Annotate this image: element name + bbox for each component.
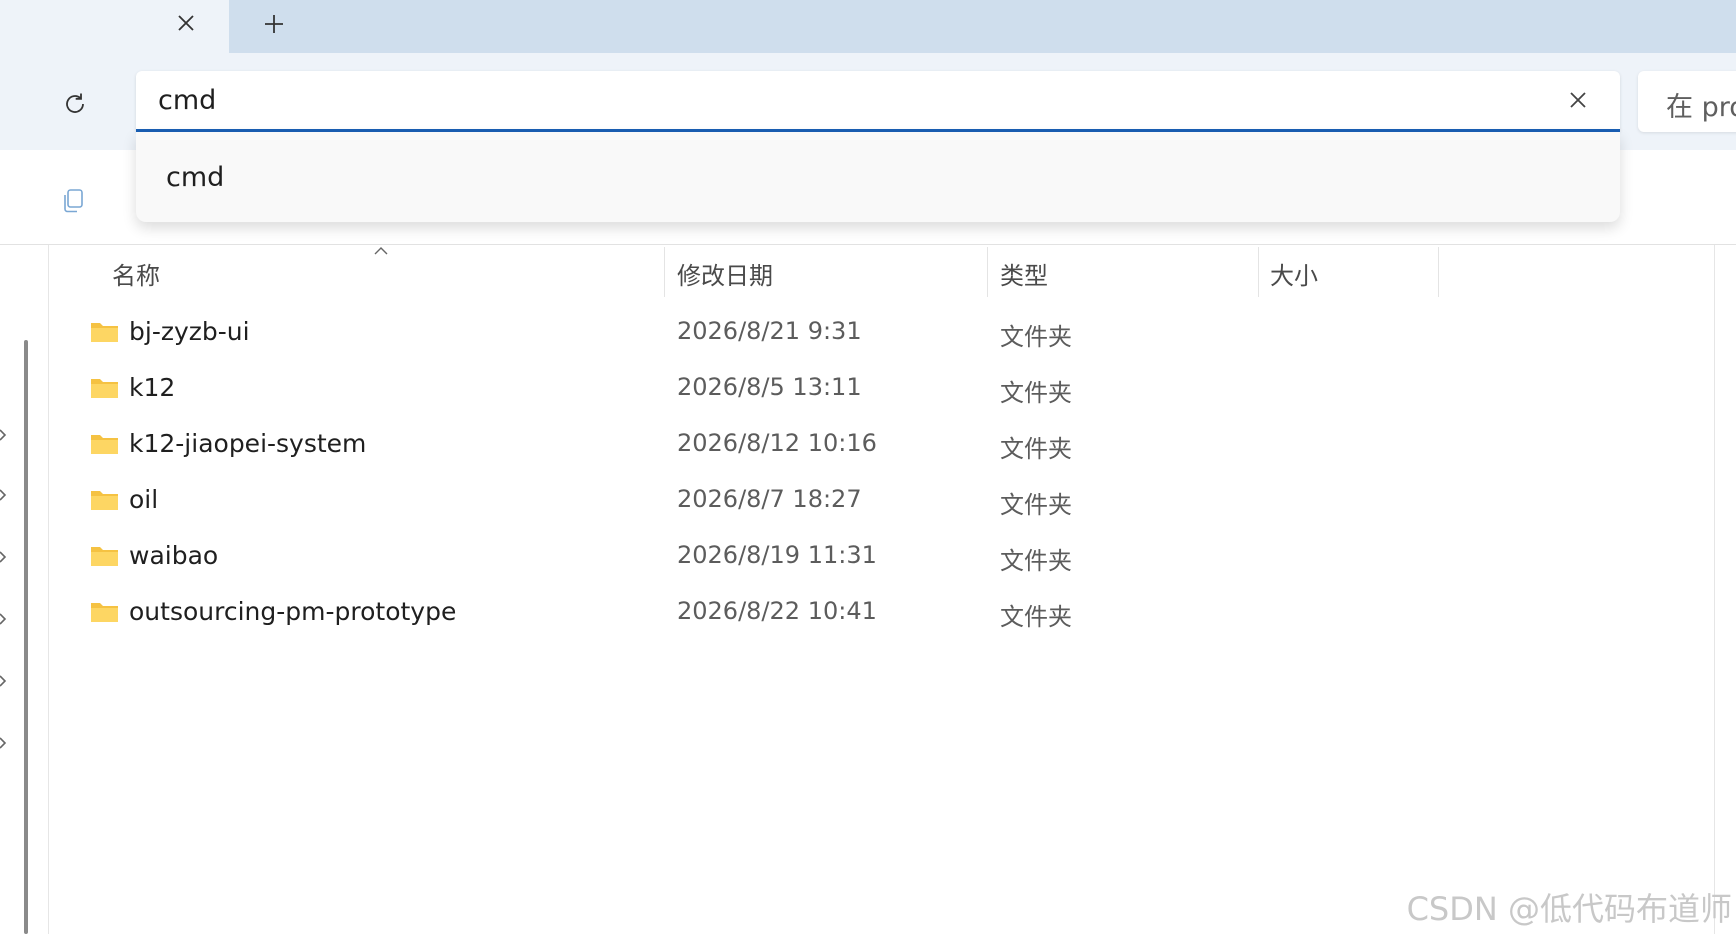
file-name: k12 — [129, 373, 176, 402]
column-divider[interactable] — [664, 247, 665, 297]
navigation-scrollbar[interactable] — [24, 340, 28, 934]
file-row[interactable]: k12 2026/8/5 13:11 文件夹 — [49, 362, 1715, 416]
folder-icon — [91, 435, 118, 454]
file-row[interactable]: bj-zyzb-ui 2026/8/21 9:31 文件夹 — [49, 306, 1715, 360]
chevron-right-icon[interactable] — [0, 550, 8, 564]
plus-icon[interactable] — [257, 7, 291, 41]
file-name: k12-jiaopei-system — [129, 429, 367, 458]
file-name: bj-zyzb-ui — [129, 317, 250, 346]
file-name: oil — [129, 485, 159, 514]
file-row[interactable]: outsourcing-pm-prototype 2026/8/22 10:41… — [49, 586, 1715, 640]
active-tab[interactable] — [0, 0, 229, 53]
file-row[interactable]: oil 2026/8/7 18:27 文件夹 — [49, 474, 1715, 528]
refresh-icon[interactable] — [54, 83, 96, 125]
file-type: 文件夹 — [1000, 547, 1072, 575]
column-header-modified[interactable]: 修改日期 — [677, 256, 773, 291]
suggestion-item[interactable]: cmd — [166, 162, 224, 193]
column-divider[interactable] — [1438, 247, 1439, 297]
watermark: CSDN @低代码布道师 — [1406, 890, 1732, 928]
folder-search-box[interactable]: 在 pro — [1638, 71, 1736, 132]
file-modified: 2026/8/21 9:31 — [677, 317, 862, 345]
search-value: cmd — [158, 85, 217, 116]
file-type: 文件夹 — [1000, 379, 1072, 407]
column-divider[interactable] — [987, 247, 988, 297]
file-type: 文件夹 — [1000, 491, 1072, 519]
folder-icon — [91, 547, 118, 566]
file-row[interactable]: waibao 2026/8/19 11:31 文件夹 — [49, 530, 1715, 584]
column-header-type[interactable]: 类型 — [1000, 256, 1048, 291]
copy-icon[interactable] — [55, 183, 91, 219]
chevron-right-icon[interactable] — [0, 428, 8, 442]
folder-search-placeholder: 在 pro — [1666, 92, 1736, 123]
file-type: 文件夹 — [1000, 323, 1072, 351]
file-modified: 2026/8/22 10:41 — [677, 597, 877, 625]
folder-icon — [91, 323, 118, 342]
file-modified: 2026/8/19 11:31 — [677, 541, 877, 569]
chevron-right-icon[interactable] — [0, 488, 8, 502]
file-row[interactable]: k12-jiaopei-system 2026/8/12 10:16 文件夹 — [49, 418, 1715, 472]
chevron-right-icon[interactable] — [0, 612, 8, 626]
folder-icon — [91, 491, 118, 510]
column-header-name[interactable]: 名称 — [112, 256, 160, 291]
file-type: 文件夹 — [1000, 603, 1072, 631]
file-name: outsourcing-pm-prototype — [129, 597, 457, 626]
file-modified: 2026/8/5 13:11 — [677, 373, 862, 401]
folder-icon — [91, 379, 118, 398]
folder-icon — [91, 603, 118, 622]
column-divider[interactable] — [1258, 247, 1259, 297]
file-type: 文件夹 — [1000, 435, 1072, 463]
file-modified: 2026/8/7 18:27 — [677, 485, 862, 513]
chevron-right-icon[interactable] — [0, 674, 8, 688]
close-icon[interactable] — [170, 7, 202, 39]
tab-strip — [0, 0, 1736, 53]
search-input[interactable]: cmd — [136, 71, 1620, 132]
close-icon[interactable] — [1562, 84, 1594, 116]
sort-ascending-icon — [372, 242, 390, 255]
column-header-size[interactable]: 大小 — [1270, 256, 1318, 291]
search-suggestions: cmd — [136, 132, 1620, 222]
file-modified: 2026/8/12 10:16 — [677, 429, 877, 457]
file-name: waibao — [129, 541, 219, 570]
chevron-right-icon[interactable] — [0, 736, 8, 750]
